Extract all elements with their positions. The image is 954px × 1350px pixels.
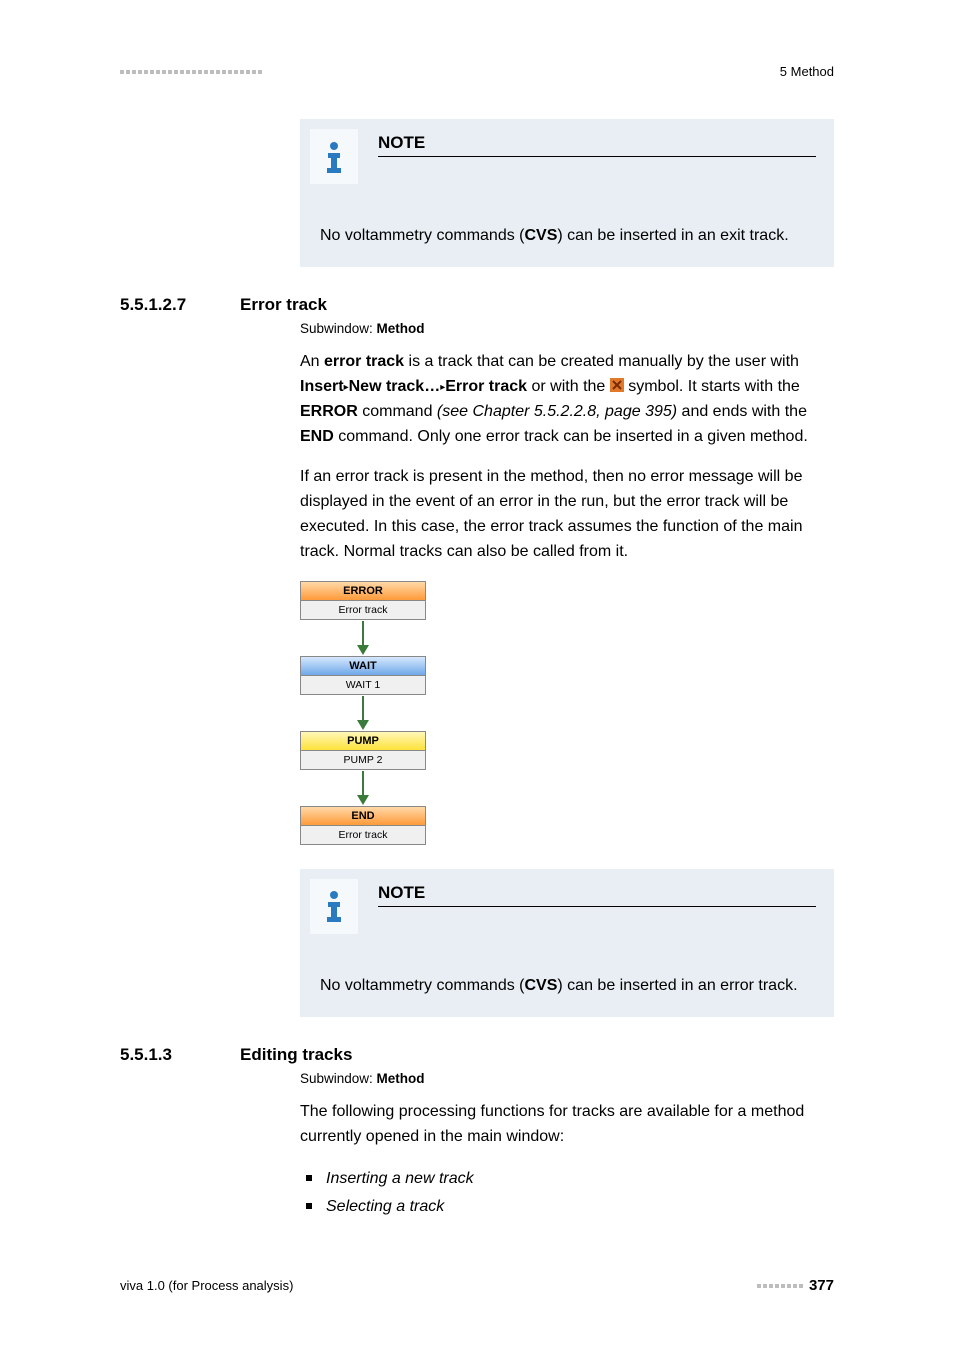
- fc-node-header: END: [301, 807, 425, 826]
- fc-node-pump: PUMP PUMP 2: [300, 731, 426, 770]
- page-header: 5 Method: [120, 64, 834, 79]
- note-box-2: NOTE No voltammetry commands (CVS) can b…: [300, 869, 834, 1017]
- section-heading-2: 5.5.1.3 Editing tracks: [120, 1045, 834, 1065]
- flow-arrow-icon: [300, 695, 426, 731]
- list-item: Inserting a new track: [300, 1165, 834, 1192]
- flow-arrow-icon: [300, 770, 426, 806]
- error-track-icon: [610, 376, 624, 390]
- fc-node-header: WAIT: [301, 657, 425, 676]
- fc-node-error: ERROR Error track: [300, 581, 426, 620]
- subwindow-line-2: Subwindow: Method: [300, 1071, 834, 1086]
- flow-arrow-icon: [300, 620, 426, 656]
- list-text: Selecting a track: [326, 1193, 444, 1220]
- subwindow-value: Method: [377, 1071, 425, 1086]
- note-body-1: No voltammetry commands (CVS) can be ins…: [300, 184, 834, 247]
- paragraph-3: The following processing functions for t…: [300, 1100, 834, 1150]
- fc-node-sub: Error track: [301, 601, 425, 619]
- fc-node-end: END Error track: [300, 806, 426, 845]
- section-title: Error track: [240, 295, 327, 315]
- list-text: Inserting a new track: [326, 1165, 474, 1192]
- note1-post: ) can be inserted in an exit track.: [557, 227, 788, 244]
- page-number: 377: [809, 1277, 834, 1294]
- footer-decoration: [757, 1284, 803, 1288]
- section-heading-1: 5.5.1.2.7 Error track: [120, 295, 834, 315]
- note-body-2: No voltammetry commands (CVS) can be ins…: [300, 934, 834, 997]
- section-number: 5.5.1.2.7: [120, 295, 240, 315]
- bullet-list: Inserting a new track Selecting a track: [300, 1165, 834, 1219]
- subwindow-label: Subwindow:: [300, 321, 377, 336]
- note-title: NOTE: [378, 133, 816, 157]
- footer-left: viva 1.0 (for Process analysis): [120, 1278, 293, 1293]
- list-item: Selecting a track: [300, 1193, 834, 1220]
- breadcrumb: 5 Method: [780, 64, 834, 79]
- note-box-1: NOTE No voltammetry commands (CVS) can b…: [300, 119, 834, 267]
- section-title: Editing tracks: [240, 1045, 352, 1065]
- paragraph-2: If an error track is present in the meth…: [300, 465, 834, 564]
- fc-node-header: PUMP: [301, 732, 425, 751]
- fc-node-sub: WAIT 1: [301, 676, 425, 694]
- note2-pre: No voltammetry commands (: [320, 977, 525, 994]
- info-icon: [310, 129, 358, 184]
- subwindow-line-1: Subwindow: Method: [300, 321, 834, 336]
- note-title: NOTE: [378, 883, 816, 907]
- fc-node-sub: PUMP 2: [301, 751, 425, 769]
- paragraph-1: An error track is a track that can be cr…: [300, 350, 834, 449]
- note2-post: ) can be inserted in an error track.: [557, 977, 797, 994]
- fc-node-wait: WAIT WAIT 1: [300, 656, 426, 695]
- footer-right: 377: [757, 1277, 834, 1294]
- note1-bold: CVS: [525, 227, 558, 244]
- fc-node-sub: Error track: [301, 826, 425, 844]
- subwindow-value: Method: [377, 321, 425, 336]
- fc-node-header: ERROR: [301, 582, 425, 601]
- page-footer: viva 1.0 (for Process analysis) 377: [120, 1277, 834, 1294]
- header-decoration: [120, 70, 262, 74]
- note1-pre: No voltammetry commands (: [320, 227, 525, 244]
- note2-bold: CVS: [525, 977, 558, 994]
- info-icon: [310, 879, 358, 934]
- error-track-flowchart: ERROR Error track WAIT WAIT 1 PUMP PUMP …: [300, 581, 834, 845]
- bullet-icon: [306, 1175, 312, 1181]
- section-number: 5.5.1.3: [120, 1045, 240, 1065]
- subwindow-label: Subwindow:: [300, 1071, 377, 1086]
- bullet-icon: [306, 1203, 312, 1209]
